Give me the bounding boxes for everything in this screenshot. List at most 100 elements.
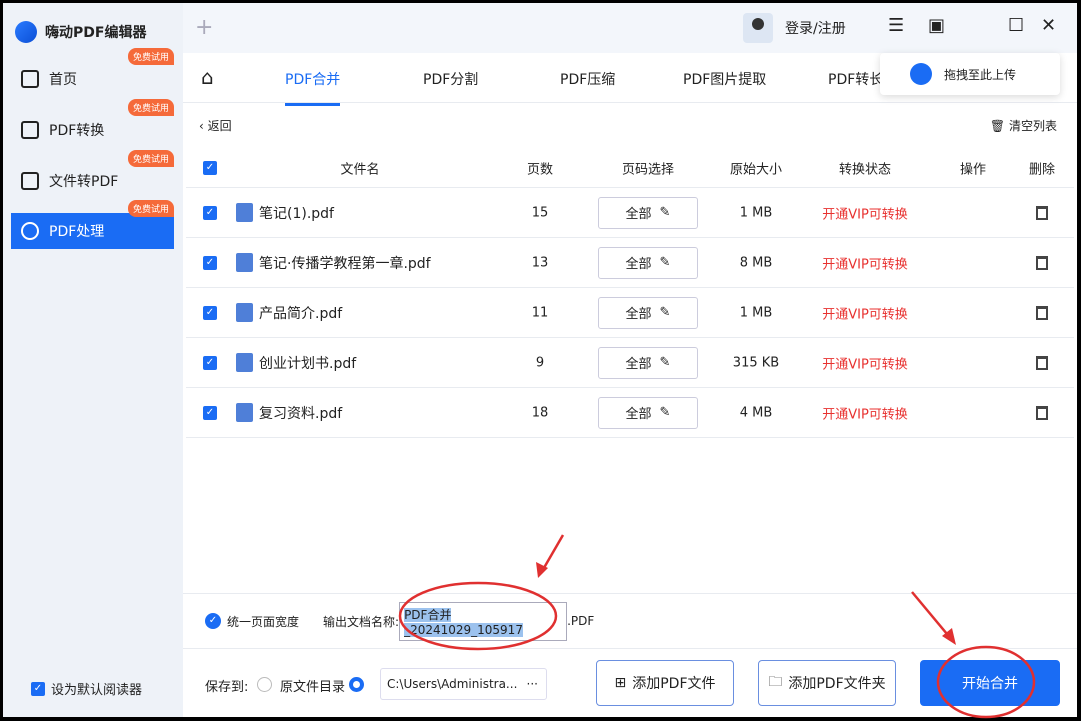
file-name-text: 笔记·传播学教程第一章.pdf — [259, 255, 431, 272]
vip-status-link[interactable]: 开通VIP可转换 — [822, 303, 908, 322]
output-name-input[interactable]: PDF合并_20241029_105917 — [399, 601, 568, 641]
free-trial-badge: 免费试用 — [127, 150, 174, 167]
browse-button[interactable]: ··· — [527, 669, 538, 699]
table-row: ✓ 笔记·传播学教程第一章.pdf 13 全部 ✎ 8 MB 开通VIP可转换 — [186, 238, 1074, 288]
original-dir-label: 原文件目录 — [280, 680, 346, 695]
convert-icon — [21, 121, 39, 139]
clear-list-button[interactable]: 🗑 清空列表 — [990, 117, 1057, 134]
uniform-width-checkbox[interactable]: ✓ — [205, 613, 221, 629]
row-checkbox[interactable]: ✓ — [203, 255, 217, 270]
file-size: 1 MB — [739, 305, 773, 320]
add-pdf-file-button[interactable]: ⊞ 添加PDF文件 — [596, 660, 734, 706]
menu-icon[interactable]: ☰ — [888, 15, 904, 36]
sidebar-item-pdf-process[interactable]: PDF处理 免费试用 — [11, 200, 174, 249]
delete-icon[interactable] — [1036, 405, 1048, 420]
sidebar-item-file-to-pdf[interactable]: 文件转PDF 免费试用 — [11, 150, 174, 199]
maximize-icon[interactable]: ☐ — [1008, 15, 1024, 36]
tab-pdf-compress[interactable]: PDF压缩 — [560, 69, 615, 89]
select-all-checkbox[interactable]: ✓ — [203, 160, 217, 175]
file-name-text: 复习资料.pdf — [259, 405, 343, 422]
pdf-file-icon — [236, 253, 253, 272]
add-file-label: 添加PDF文件 — [632, 676, 716, 692]
vip-status-link[interactable]: 开通VIP可转换 — [822, 353, 908, 372]
tab-pdf-split[interactable]: PDF分割 — [423, 69, 478, 89]
sidebar-item-home[interactable]: 首页 免费试用 — [11, 48, 174, 97]
save-path-field[interactable]: C:\Users\Administra... ··· — [380, 668, 547, 700]
output-name-value: PDF合并_20241029_105917 — [404, 607, 523, 637]
table-row: ✓ 复习资料.pdf 18 全部 ✎ 4 MB 开通VIP可转换 — [186, 388, 1074, 438]
row-checkbox[interactable]: ✓ — [203, 355, 217, 370]
page-count: 18 — [531, 405, 549, 420]
header-delete: 删除 — [1028, 162, 1056, 177]
table-header: ✓ 文件名 页数 页码选择 原始大小 转换状态 操作 删除 — [186, 148, 1074, 188]
add-pdf-folder-button[interactable]: 🗀 添加PDF文件夹 — [758, 660, 896, 706]
sidebar-item-pdf-convert[interactable]: PDF转换 免费试用 — [11, 99, 174, 148]
tab-pdf-merge[interactable]: PDF合并 — [285, 69, 341, 106]
sidebar-item-label: PDF处理 — [49, 224, 105, 240]
save-to-label: 保存到: — [205, 680, 249, 695]
file-size: 4 MB — [739, 405, 773, 420]
pdf-file-icon — [236, 303, 253, 322]
table-row: ✓ 产品简介.pdf 11 全部 ✎ 1 MB 开通VIP可转换 — [186, 288, 1074, 338]
sidebar-item-label: 文件转PDF — [49, 174, 119, 190]
vip-status-link[interactable]: 开通VIP可转换 — [822, 403, 908, 422]
sidebar: 嗨动PDF编辑器 首页 免费试用 PDF转换 免费试用 文件转PDF 免费试用 PDF… — [3, 3, 183, 717]
tab-pdf-image-extract[interactable]: PDF图片提取 — [683, 69, 766, 89]
login-button[interactable]: 登录/注册 — [743, 13, 846, 43]
page-select-label: 全部 — [625, 207, 652, 222]
logo-icon — [15, 21, 37, 43]
vip-status-link[interactable]: 开通VIP可转换 — [822, 203, 908, 222]
page-select-label: 全部 — [625, 307, 652, 322]
save-original-dir-radio[interactable] — [257, 677, 272, 692]
default-reader-checkbox[interactable]: ✓ 设为默认阅读器 — [31, 679, 142, 698]
page-count: 13 — [531, 255, 549, 270]
page-select-button[interactable]: 全部 ✎ — [598, 296, 698, 329]
header-page-select: 页码选择 — [621, 162, 675, 177]
page-select-label: 全部 — [625, 357, 652, 372]
edit-icon: ✎ — [659, 305, 671, 320]
file-size: 315 KB — [732, 355, 780, 370]
page-count: 11 — [531, 305, 549, 320]
new-tab-button[interactable]: + — [195, 15, 213, 40]
header-filename: 文件名 — [340, 162, 380, 177]
delete-icon[interactable] — [1036, 255, 1048, 270]
output-options: ✓ 统一页面宽度 输出文档名称: PDF合并_20241029_105917 .… — [183, 593, 1077, 649]
add-file-icon: ⊞ — [614, 675, 627, 691]
app-logo: 嗨动PDF编辑器 — [15, 21, 146, 43]
page-count: 9 — [535, 355, 545, 370]
row-checkbox[interactable]: ✓ — [203, 205, 217, 220]
free-trial-badge: 免费试用 — [127, 200, 174, 217]
sidebar-item-label: 首页 — [49, 72, 77, 88]
close-icon[interactable]: ✕ — [1041, 15, 1056, 36]
app-window: 嗨动PDF编辑器 首页 免费试用 PDF转换 免费试用 文件转PDF 免费试用 PDF… — [3, 3, 1077, 717]
file-name: 笔记(1).pdf — [236, 203, 334, 223]
free-trial-badge: 免费试用 — [127, 48, 174, 65]
delete-icon[interactable] — [1036, 355, 1048, 370]
uniform-width-label: 统一页面宽度 — [227, 614, 300, 629]
start-merge-label: 开始合并 — [962, 676, 1018, 692]
page-select-button[interactable]: 全部 ✎ — [598, 346, 698, 379]
row-checkbox[interactable]: ✓ — [203, 305, 217, 320]
tab-pdf-to-long[interactable]: PDF转长 — [828, 69, 883, 89]
title-bar: + 登录/注册 ☰ ▣ ☐ ✕ — [183, 3, 1077, 53]
layout-icon[interactable]: ▣ — [928, 15, 945, 36]
start-merge-button[interactable]: 开始合并 — [920, 660, 1060, 706]
page-select-button[interactable]: 全部 ✎ — [598, 396, 698, 429]
app-title: 嗨动PDF编辑器 — [45, 25, 147, 41]
vip-status-link[interactable]: 开通VIP可转换 — [822, 253, 908, 272]
back-button[interactable]: ‹ 返回 — [199, 117, 232, 134]
drop-zone[interactable]: 拖拽至此上传 — [880, 53, 1060, 95]
row-checkbox[interactable]: ✓ — [203, 405, 217, 420]
page-select-button[interactable]: 全部 ✎ — [598, 246, 698, 279]
save-custom-dir-radio[interactable] — [349, 677, 364, 692]
home-tab-icon[interactable]: ⌂ — [201, 65, 214, 89]
delete-icon[interactable] — [1036, 205, 1048, 220]
back-label: 返回 — [207, 119, 232, 133]
page-select-button[interactable]: 全部 ✎ — [598, 196, 698, 229]
header-status: 转换状态 — [838, 162, 892, 177]
header-size: 原始大小 — [729, 162, 783, 177]
delete-icon[interactable] — [1036, 305, 1048, 320]
output-extension: .PDF — [567, 614, 595, 628]
clear-list-label: 清空列表 — [1008, 119, 1057, 133]
pdf-file-icon — [236, 203, 253, 222]
